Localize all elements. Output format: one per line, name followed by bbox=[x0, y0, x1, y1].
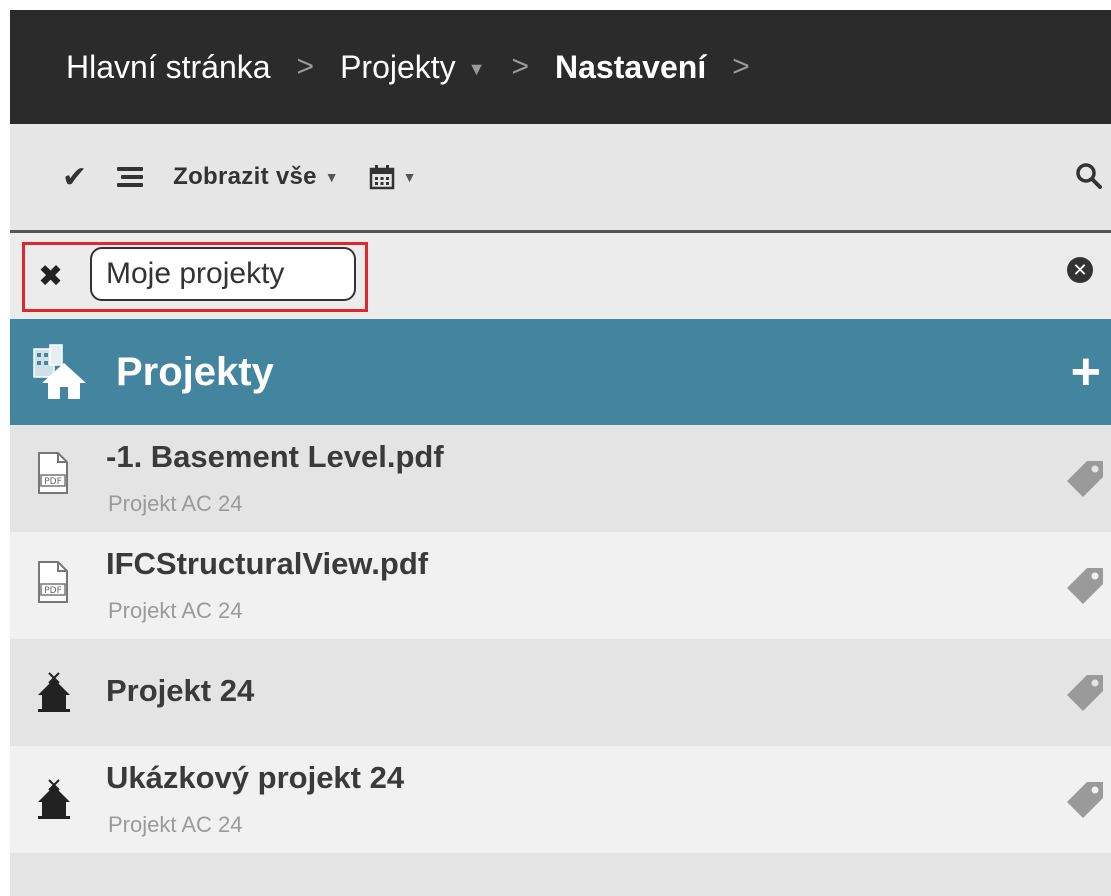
checkmark-icon: ✔ bbox=[62, 160, 88, 194]
project-house-icon bbox=[38, 672, 70, 712]
search-icon bbox=[1076, 163, 1102, 189]
svg-text:PDF: PDF bbox=[44, 477, 62, 487]
select-all-button[interactable]: ✔ bbox=[62, 160, 87, 195]
date-dropdown[interactable]: ▼ bbox=[369, 164, 417, 190]
item-title: IFCStructuralView.pdf bbox=[106, 546, 429, 581]
tag-icon[interactable] bbox=[1065, 673, 1105, 713]
tag-icon[interactable] bbox=[1065, 459, 1105, 499]
sort-menu-button[interactable] bbox=[117, 167, 144, 187]
breadcrumb-projects-label: Projekty bbox=[340, 48, 456, 85]
list-item[interactable]: PDF -1. Basement Level.pdf Projekt AC 24 bbox=[10, 425, 1111, 532]
add-project-button[interactable]: + bbox=[1071, 346, 1101, 398]
item-subtitle: Projekt AC 24 bbox=[108, 598, 243, 623]
item-title: Ukázkový projekt 24 bbox=[106, 760, 405, 795]
item-subtitle: Projekt AC 24 bbox=[108, 812, 243, 837]
breadcrumb-home-label: Hlavní stránka bbox=[66, 48, 271, 85]
breadcrumb-home[interactable]: Hlavní stránka bbox=[66, 49, 271, 86]
list-item[interactable]: Projekt 24 bbox=[10, 639, 1111, 746]
filter-highlight-box bbox=[22, 242, 368, 312]
list-item-empty bbox=[10, 853, 1111, 896]
tag-icon[interactable] bbox=[1065, 780, 1105, 820]
caret-down-icon[interactable]: ▼ bbox=[468, 59, 486, 80]
tag-icon[interactable] bbox=[1065, 566, 1105, 606]
item-title: Projekt 24 bbox=[106, 673, 255, 708]
item-subtitle: Projekt AC 24 bbox=[108, 491, 243, 516]
close-circle-icon: ✕ bbox=[1072, 259, 1088, 280]
projects-icon bbox=[33, 344, 86, 399]
breadcrumb-settings[interactable]: Nastavení bbox=[555, 49, 706, 86]
caret-down-icon: ▼ bbox=[402, 169, 417, 185]
list-icon bbox=[117, 167, 144, 187]
breadcrumb: Hlavní stránka > Projekty ▼ > Nastavení … bbox=[10, 10, 1111, 124]
pdf-file-icon: PDF bbox=[38, 452, 68, 494]
caret-down-icon: ▼ bbox=[324, 169, 339, 185]
list-item[interactable]: Ukázkový projekt 24 Projekt AC 24 bbox=[10, 746, 1111, 853]
pdf-file-icon: PDF bbox=[38, 561, 68, 603]
section-title: Projekty bbox=[116, 349, 274, 394]
search-button[interactable] bbox=[1075, 162, 1103, 195]
clear-filter-button[interactable]: ✕ bbox=[1067, 257, 1093, 283]
breadcrumb-separator: > bbox=[511, 50, 530, 83]
filter-dropdown[interactable]: Zobrazit vše ▼ bbox=[173, 163, 339, 191]
item-title: -1. Basement Level.pdf bbox=[106, 439, 444, 474]
active-filter-bar: ✖ Moje projekty ✕ bbox=[10, 233, 1111, 319]
projects-header: Projekty + bbox=[10, 319, 1111, 425]
list-item[interactable]: PDF IFCStructuralView.pdf Projekt AC 24 bbox=[10, 532, 1111, 639]
calendar-icon bbox=[369, 165, 394, 190]
breadcrumb-separator: > bbox=[296, 50, 315, 83]
svg-text:PDF: PDF bbox=[44, 586, 62, 596]
breadcrumb-separator: > bbox=[732, 50, 750, 83]
project-house-icon bbox=[38, 779, 70, 819]
breadcrumb-projects[interactable]: Projekty ▼ bbox=[340, 49, 485, 86]
filter-dropdown-label: Zobrazit vše bbox=[173, 163, 317, 190]
breadcrumb-settings-label: Nastavení bbox=[555, 48, 707, 85]
toolbar: ✔ Zobrazit vše ▼ ▼ bbox=[10, 124, 1111, 230]
